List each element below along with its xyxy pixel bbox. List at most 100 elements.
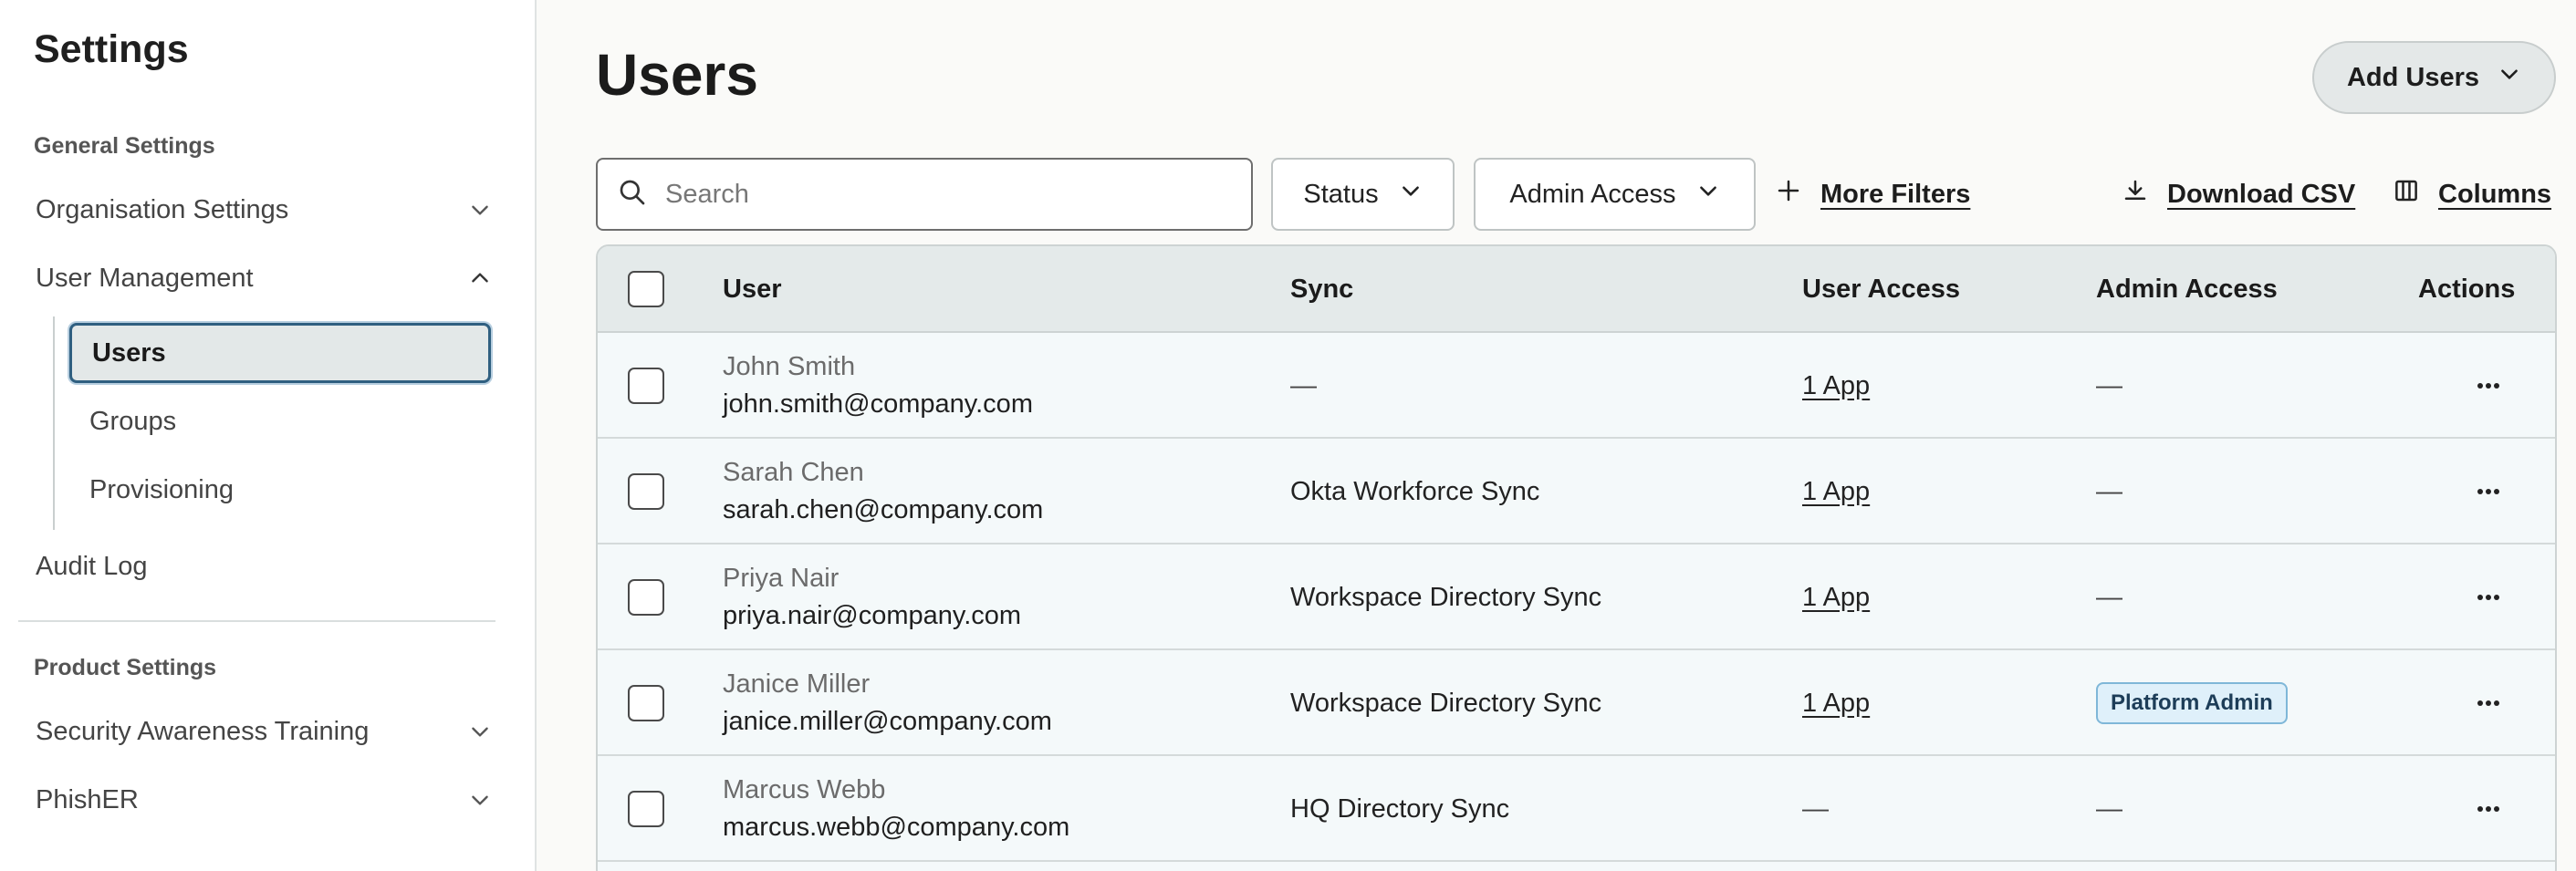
select-all-checkbox[interactable]	[628, 271, 664, 307]
row-checkbox[interactable]	[628, 685, 664, 721]
user-cell: Sarah Chen sarah.chen@company.com	[723, 439, 1043, 544]
user-access-cell: 1 App	[1802, 439, 1870, 544]
sidebar-item-user-management[interactable]: User Management	[36, 251, 492, 306]
section-product-settings: Product Settings	[34, 655, 217, 680]
sidebar-item-organisation-settings[interactable]: Organisation Settings	[36, 182, 492, 237]
sidebar-item-audit-log[interactable]: Audit Log	[36, 539, 492, 594]
sidebar-item-phisher[interactable]: PhishER	[36, 772, 492, 827]
admin-access-filter-label: Admin Access	[1509, 179, 1676, 209]
user-email: priya.nair@company.com	[723, 601, 1022, 630]
table-row[interactable]: Janice Miller janice.miller@company.com …	[598, 650, 2555, 756]
user-cell: John Smith john.smith@company.com	[723, 333, 1033, 439]
status-filter-label: Status	[1303, 179, 1379, 209]
columns-button[interactable]: Columns	[2393, 171, 2551, 217]
submenu-guide-line	[53, 316, 55, 530]
sync-cell: Workspace Directory Sync	[1290, 582, 1602, 612]
sync-cell: Workspace Directory Sync	[1290, 688, 1602, 718]
sidebar-item-security-awareness-training[interactable]: Security Awareness Training	[36, 704, 492, 759]
user-access-link[interactable]: 1 App	[1802, 689, 1870, 719]
sidebar-item-label: PhishER	[36, 784, 139, 814]
download-icon	[2122, 177, 2149, 212]
admin-access-filter-dropdown[interactable]: Admin Access	[1474, 158, 1756, 231]
user-access-link[interactable]: 1 App	[1802, 371, 1870, 401]
search-icon	[618, 178, 647, 212]
columns-label: Columns	[2438, 179, 2552, 209]
user-access-link[interactable]: 1 App	[1802, 583, 1870, 613]
more-options-icon[interactable]	[2470, 685, 2507, 721]
sidebar-item-label: Security Awareness Training	[36, 716, 370, 746]
admin-access-cell: Platform Admin	[2096, 650, 2288, 756]
user-email: marcus.webb@company.com	[723, 813, 1070, 842]
download-csv-label: Download CSV	[2167, 179, 2356, 209]
user-name: Marcus Webb	[723, 775, 886, 804]
sidebar-item-label: User Management	[36, 263, 254, 293]
user-email: janice.miller@company.com	[723, 707, 1052, 736]
users-table: User Sync User Access Admin Access Actio…	[596, 244, 2557, 871]
more-options-icon[interactable]	[2470, 473, 2507, 510]
sync-cell: —	[1290, 370, 1317, 400]
section-general-settings: General Settings	[34, 133, 215, 159]
row-checkbox[interactable]	[628, 579, 664, 616]
sidebar-item-groups[interactable]: Groups	[69, 391, 491, 451]
user-email: john.smith@company.com	[723, 389, 1033, 419]
search-input[interactable]	[665, 179, 1231, 210]
chevron-down-icon	[468, 720, 492, 743]
sidebar-item-users[interactable]: Users	[69, 323, 491, 383]
user-name: Sarah Chen	[723, 458, 864, 487]
sidebar-item-provisioning[interactable]: Provisioning	[69, 460, 491, 520]
user-access-cell: —	[1802, 793, 1829, 824]
chevron-down-icon	[468, 198, 492, 222]
sidebar-item-label: Audit Log	[36, 551, 148, 581]
more-options-icon[interactable]	[2470, 791, 2507, 827]
sync-cell: HQ Directory Sync	[1290, 793, 1510, 824]
sidebar-item-label: Organisation Settings	[36, 194, 289, 224]
row-checkbox[interactable]	[628, 368, 664, 404]
chevron-down-icon	[1696, 179, 1720, 210]
more-filters-button[interactable]: More Filters	[1775, 171, 1970, 217]
user-cell: Janice Miller janice.miller@company.com	[723, 650, 1052, 756]
table-header: User Sync User Access Admin Access Actio…	[598, 246, 2555, 333]
actions-cell	[2470, 756, 2507, 862]
user-cell: Marcus Webb marcus.webb@company.com	[723, 756, 1069, 862]
column-header-user[interactable]: User	[723, 246, 782, 333]
sync-cell: Okta Workforce Sync	[1290, 476, 1540, 506]
actions-cell	[2470, 544, 2507, 650]
admin-access-cell: —	[2096, 793, 2122, 824]
user-access-cell: 1 App	[1802, 544, 1870, 650]
add-users-button[interactable]: Add Users	[2312, 41, 2556, 114]
table-row[interactable]: John Smith john.smith@company.com — 1 Ap…	[598, 333, 2555, 439]
user-access-cell: 1 App	[1802, 650, 1870, 756]
column-header-admin-access[interactable]: Admin Access	[2096, 246, 2278, 333]
table-row[interactable]: Sarah Chen sarah.chen@company.com Okta W…	[598, 439, 2555, 544]
chevron-down-icon	[468, 788, 492, 812]
admin-access-cell: —	[2096, 476, 2122, 506]
user-name: Priya Nair	[723, 564, 840, 593]
more-options-icon[interactable]	[2470, 579, 2507, 616]
sidebar-title: Settings	[34, 27, 189, 71]
table-row[interactable]: Priya Nair priya.nair@company.com Worksp…	[598, 544, 2555, 650]
more-options-icon[interactable]	[2470, 368, 2507, 404]
row-checkbox[interactable]	[628, 791, 664, 827]
more-filters-label: More Filters	[1820, 179, 1971, 209]
page-title: Users	[596, 42, 758, 108]
search-field[interactable]	[596, 158, 1253, 231]
admin-access-cell: —	[2096, 370, 2122, 400]
settings-sidebar: Settings General Settings Organisation S…	[0, 0, 537, 871]
column-header-actions: Actions	[2418, 275, 2516, 304]
chevron-up-icon	[468, 266, 492, 290]
chevron-down-icon	[2498, 62, 2521, 93]
add-users-label: Add Users	[2346, 62, 2480, 92]
platform-admin-badge: Platform Admin	[2096, 682, 2288, 724]
table-row[interactable]: Marcus Webb marcus.webb@company.com HQ D…	[598, 756, 2555, 862]
column-header-sync[interactable]: Sync	[1290, 246, 1353, 333]
user-cell: Priya Nair priya.nair@company.com	[723, 544, 1021, 650]
download-csv-button[interactable]: Download CSV	[2122, 171, 2355, 217]
user-access-cell: 1 App	[1802, 333, 1870, 439]
plus-icon	[1775, 177, 1802, 212]
status-filter-dropdown[interactable]: Status	[1271, 158, 1455, 231]
row-checkbox[interactable]	[628, 473, 664, 510]
sidebar-divider	[18, 620, 495, 622]
column-header-user-access[interactable]: User Access	[1802, 246, 1960, 333]
admin-access-cell: —	[2096, 582, 2122, 612]
user-access-link[interactable]: 1 App	[1802, 477, 1870, 507]
